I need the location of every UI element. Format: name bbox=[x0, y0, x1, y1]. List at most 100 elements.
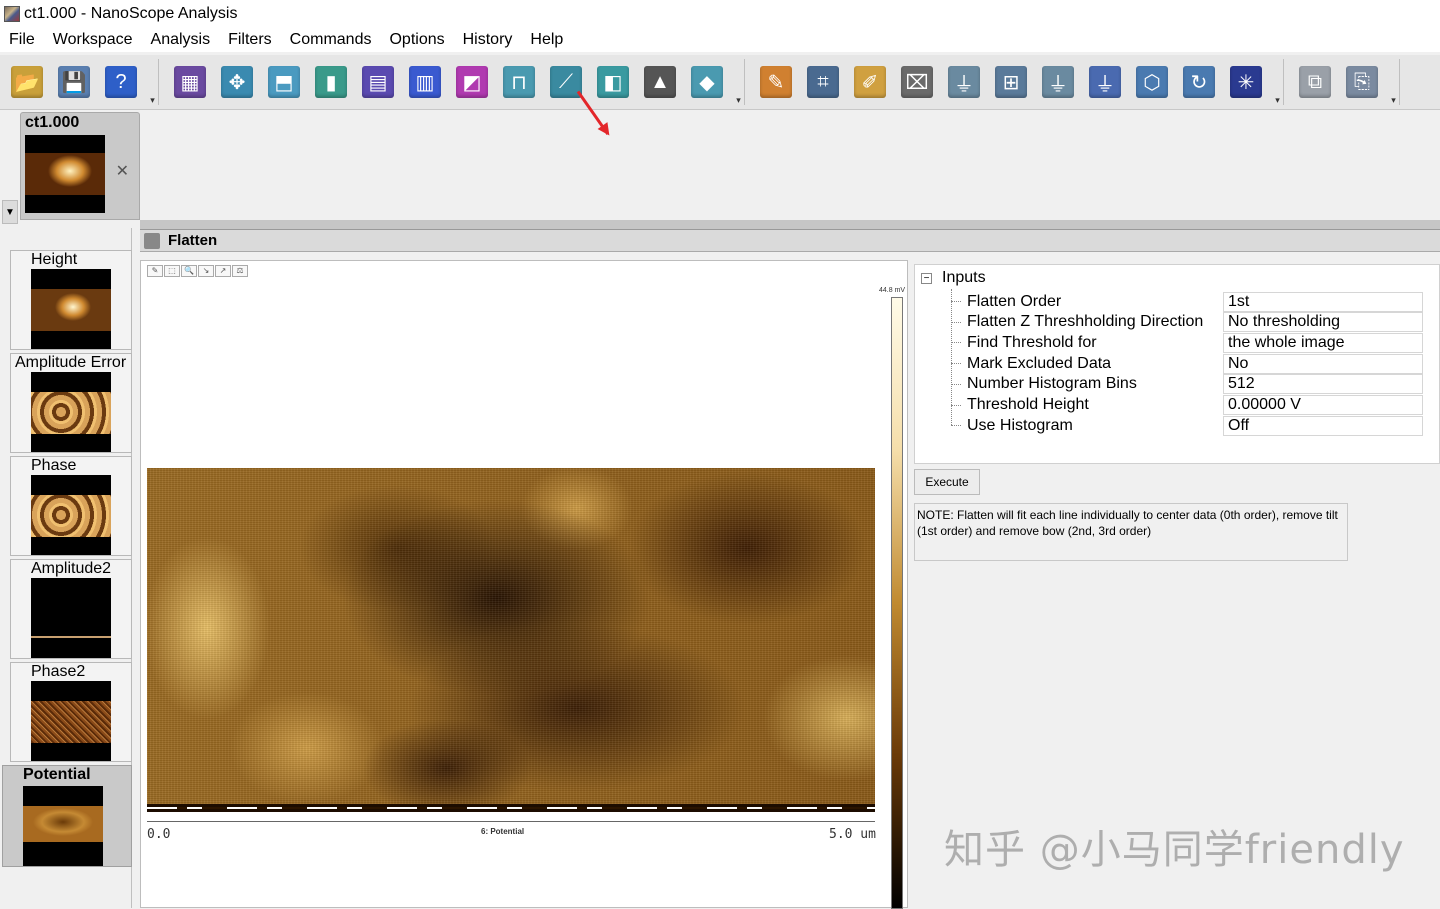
toolbar-overflow-1[interactable]: ▾ bbox=[147, 59, 159, 105]
image-tool-3-icon[interactable]: 🔍 bbox=[181, 265, 197, 277]
property-value-field[interactable]: Off bbox=[1223, 415, 1423, 436]
channel-phase[interactable]: Phase bbox=[10, 456, 132, 556]
image-grid-icon: ▦ bbox=[174, 66, 206, 98]
tilt-button[interactable]: ⬡ bbox=[1131, 61, 1173, 103]
image-tool-2-icon[interactable]: ⬚ bbox=[164, 265, 180, 277]
channel-phase2[interactable]: Phase2 bbox=[10, 662, 132, 762]
filter-funnel-button[interactable]: ⏚ bbox=[943, 61, 985, 103]
property-row[interactable]: Mark Excluded Data No bbox=[951, 353, 1440, 374]
property-row[interactable]: Flatten Z Threshholding Direction No thre… bbox=[951, 312, 1440, 333]
property-row[interactable]: Find Threshold for the whole image bbox=[951, 332, 1440, 353]
flatten-note: NOTE: Flatten will fit each line individ… bbox=[914, 503, 1348, 561]
panel-collapse-icon[interactable]: ▼ bbox=[2, 200, 18, 224]
toolbar-overflow-4[interactable]: ▾ bbox=[1388, 59, 1400, 105]
property-row[interactable]: Flatten Order 1st bbox=[951, 291, 1440, 312]
property-value-field[interactable]: No bbox=[1223, 353, 1423, 374]
roller-button[interactable]: ⌧ bbox=[896, 61, 938, 103]
book-icon: ⎘ bbox=[1346, 66, 1378, 98]
particle-button[interactable]: ◆ bbox=[686, 61, 728, 103]
channel-potential[interactable]: Potential bbox=[2, 765, 132, 867]
eraser-button[interactable]: ✎ bbox=[755, 61, 797, 103]
filter-plane-button[interactable]: ⏚ bbox=[1037, 61, 1079, 103]
channel-thumbnail bbox=[31, 578, 111, 658]
menu-workspace[interactable]: Workspace bbox=[44, 31, 142, 49]
channel-amplitude-error[interactable]: Amplitude Error bbox=[10, 353, 132, 453]
image-tool-6-icon[interactable]: ⚖ bbox=[232, 265, 248, 277]
step-height-button[interactable]: ⊓ bbox=[498, 61, 540, 103]
execute-button[interactable]: Execute bbox=[914, 469, 980, 495]
property-name: Number Histogram Bins bbox=[967, 375, 1137, 393]
fft-button[interactable]: ✳ bbox=[1225, 61, 1267, 103]
rotate-button[interactable]: ↻ bbox=[1178, 61, 1220, 103]
filter-grid-button[interactable]: ⏚ bbox=[1084, 61, 1126, 103]
tree-branch bbox=[951, 321, 961, 323]
tree-branch bbox=[951, 342, 961, 344]
channel-label: Potential bbox=[23, 766, 91, 783]
flatten-title: Flatten bbox=[168, 232, 218, 249]
menu-commands[interactable]: Commands bbox=[281, 31, 381, 49]
chevron-down-icon: ▾ bbox=[736, 95, 741, 105]
bearing-button[interactable]: ▲ bbox=[639, 61, 681, 103]
depth-button[interactable]: ◧ bbox=[592, 61, 634, 103]
brush-button[interactable]: ✐ bbox=[849, 61, 891, 103]
filter-plane-icon: ⏚ bbox=[1042, 66, 1074, 98]
channel-thumbnail bbox=[31, 372, 111, 452]
inputs-group[interactable]: − Inputs bbox=[921, 269, 986, 287]
image-grid-button[interactable]: ▦ bbox=[169, 61, 211, 103]
chevron-down-icon: ▾ bbox=[150, 95, 155, 105]
matrix-button[interactable]: ⊞ bbox=[990, 61, 1032, 103]
property-value-field[interactable]: 1st bbox=[1223, 291, 1423, 312]
layout-button[interactable]: ⧉ bbox=[1294, 61, 1336, 103]
image-tool-4-icon[interactable]: ↘ bbox=[198, 265, 214, 277]
spectrum-button[interactable]: ◩ bbox=[451, 61, 493, 103]
image-tool-1-icon[interactable]: ✎ bbox=[147, 265, 163, 277]
histogram-button[interactable]: ▥ bbox=[404, 61, 446, 103]
flatten-header: Flatten bbox=[140, 230, 1440, 252]
tree-branch bbox=[951, 383, 961, 385]
close-file-icon[interactable]: ✕ bbox=[116, 161, 129, 181]
watermark: 知乎 @小马同学friendly bbox=[944, 827, 1405, 873]
property-value-field[interactable]: 512 bbox=[1223, 374, 1423, 395]
channel-amplitude2[interactable]: Amplitude2 bbox=[10, 559, 132, 659]
workspace-divider bbox=[140, 220, 1440, 230]
matrix-icon: ⊞ bbox=[995, 66, 1027, 98]
menu-analysis[interactable]: Analysis bbox=[142, 31, 220, 49]
section-button[interactable]: ▮ bbox=[310, 61, 352, 103]
toolbar-overflow-3[interactable]: ▾ bbox=[1272, 59, 1284, 105]
property-row[interactable]: Number Histogram Bins 512 bbox=[951, 374, 1440, 395]
open-folder-icon: 📂 bbox=[11, 66, 43, 98]
x-axis bbox=[147, 821, 875, 822]
menu-options[interactable]: Options bbox=[380, 31, 453, 49]
image-tool-5-icon[interactable]: ↗ bbox=[215, 265, 231, 277]
3d-view-button[interactable]: ✥ bbox=[216, 61, 258, 103]
property-name: Threshold Height bbox=[967, 396, 1089, 413]
afm-potential-image[interactable] bbox=[147, 468, 875, 812]
menu-help[interactable]: Help bbox=[521, 31, 572, 49]
channel-label: Amplitude2 bbox=[31, 560, 112, 577]
crop-button[interactable]: ⌗ bbox=[802, 61, 844, 103]
collapse-inputs-icon[interactable]: − bbox=[921, 272, 932, 284]
open-folder-button[interactable]: 📂 bbox=[6, 61, 48, 103]
menu-file[interactable]: File bbox=[0, 31, 44, 49]
property-value-field[interactable]: 0.00000 V bbox=[1223, 395, 1423, 415]
channel-label: Phase bbox=[31, 457, 77, 474]
roughness-button[interactable]: ▤ bbox=[357, 61, 399, 103]
surface-plot-button[interactable]: ⬒ bbox=[263, 61, 305, 103]
property-row[interactable]: Threshold Height 0.00000 V bbox=[951, 395, 1440, 416]
spectrum-icon: ◩ bbox=[456, 66, 488, 98]
property-name: Use Histogram bbox=[967, 416, 1073, 434]
section-icon: ▮ bbox=[315, 66, 347, 98]
save-button[interactable]: 💾 bbox=[53, 61, 95, 103]
toolbar-overflow-2[interactable]: ▾ bbox=[733, 59, 745, 105]
tree-branch bbox=[951, 301, 961, 302]
property-value-field[interactable]: No thresholding bbox=[1223, 312, 1423, 333]
property-value-field[interactable]: the whole image bbox=[1223, 332, 1423, 353]
title-bar: ct1.000 - NanoScope Analysis bbox=[0, 0, 1440, 28]
book-button[interactable]: ⎘ bbox=[1341, 61, 1383, 103]
menu-filters[interactable]: Filters bbox=[219, 31, 281, 49]
help-button[interactable]: ? bbox=[100, 61, 142, 103]
channel-height[interactable]: Height bbox=[10, 250, 132, 350]
menu-history[interactable]: History bbox=[454, 31, 522, 49]
file-tab-ct1[interactable]: ct1.000 ✕ bbox=[20, 112, 140, 220]
property-row[interactable]: Use Histogram Off bbox=[951, 415, 1440, 436]
